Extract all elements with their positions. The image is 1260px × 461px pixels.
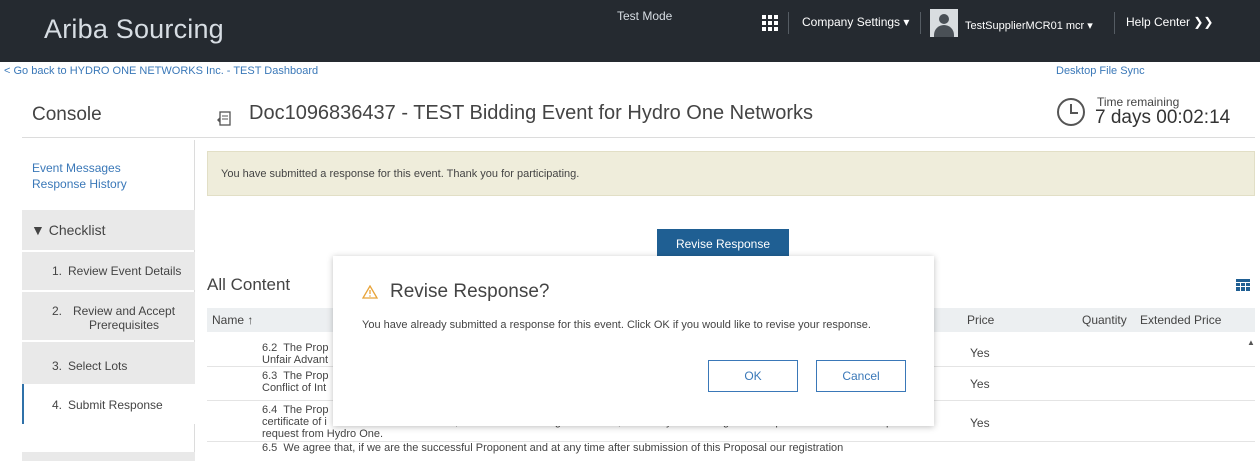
- warning-icon: [362, 285, 378, 299]
- dialog-message: You have already submitted a response fo…: [362, 319, 871, 331]
- revise-response-dialog: Revise Response? You have already submit…: [333, 256, 934, 426]
- dialog-title: Revise Response?: [390, 281, 550, 302]
- ok-button[interactable]: OK: [708, 360, 798, 392]
- cancel-button[interactable]: Cancel: [816, 360, 906, 392]
